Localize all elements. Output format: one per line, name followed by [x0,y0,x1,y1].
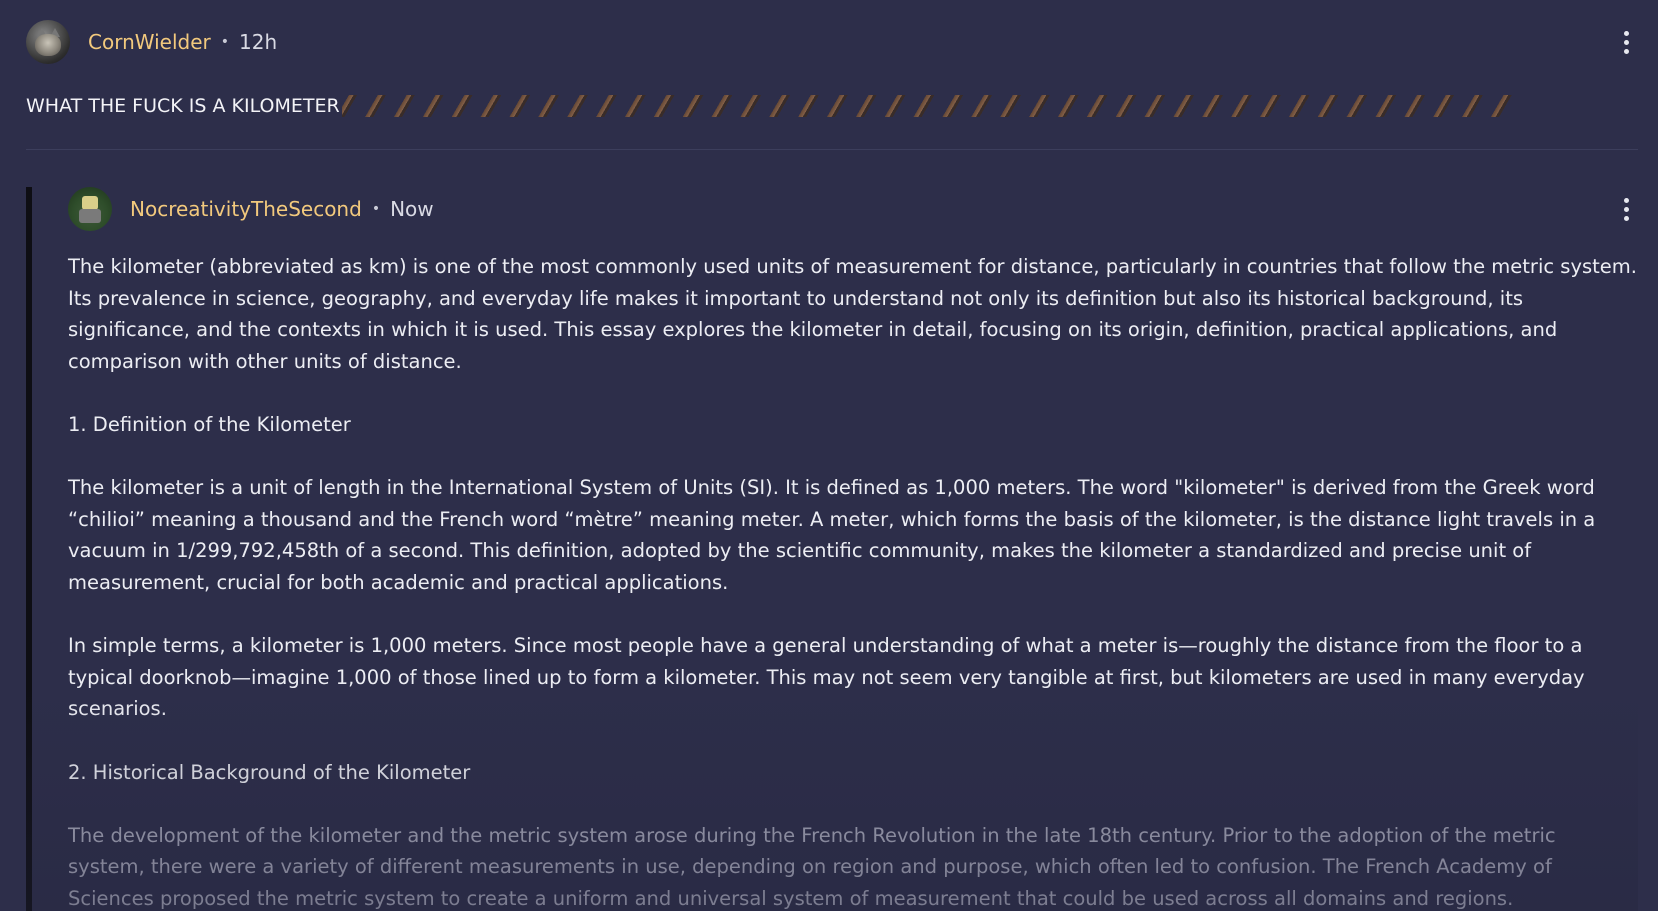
reply-body: The kilometer (abbreviated as km) is one… [68,251,1638,911]
avatar[interactable] [26,20,70,64]
emoji-strip-icon [341,95,1512,117]
reply-heading: 2. Historical Background of the Kilomete… [68,760,471,784]
reply-heading: 1. Definition of the Kilometer [68,412,351,436]
reply-time: Now [390,197,434,221]
separator-dot: • [371,201,381,217]
divider [26,149,1638,150]
thread-indent-bar[interactable] [26,187,32,911]
separator-dot: • [220,34,229,50]
post-title: WHAT THE FUCK IS A KILOMETER [26,95,340,117]
reply-paragraph: The kilometer is a unit of length in the… [68,476,1596,594]
post-username[interactable]: CornWielder [88,30,211,54]
comment-thread: CornWielder • 12h WHAT THE FUCK IS A KIL… [0,0,1658,911]
reply-comment: NocreativityTheSecond • Now The kilomete… [26,187,1638,911]
reply-username[interactable]: NocreativityTheSecond [130,197,362,221]
reply-paragraph: In simple terms, a kilometer is 1,000 me… [68,634,1585,721]
reply-paragraph: The development of the kilometer and the… [68,823,1556,910]
reply-content: NocreativityTheSecond • Now The kilomete… [68,187,1638,911]
reply-paragraph: The kilometer (abbreviated as km) is one… [68,255,1637,373]
avatar[interactable] [68,187,112,231]
post-meta: CornWielder • 12h [26,18,1638,66]
post-title-row: WHAT THE FUCK IS A KILOMETER [26,91,1638,121]
post-time: 12h [239,30,278,54]
reply-meta: NocreativityTheSecond • Now [68,187,1638,231]
more-options-icon[interactable] [1614,193,1638,225]
more-options-icon[interactable] [1614,26,1638,58]
original-post: CornWielder • 12h WHAT THE FUCK IS A KIL… [26,18,1638,121]
